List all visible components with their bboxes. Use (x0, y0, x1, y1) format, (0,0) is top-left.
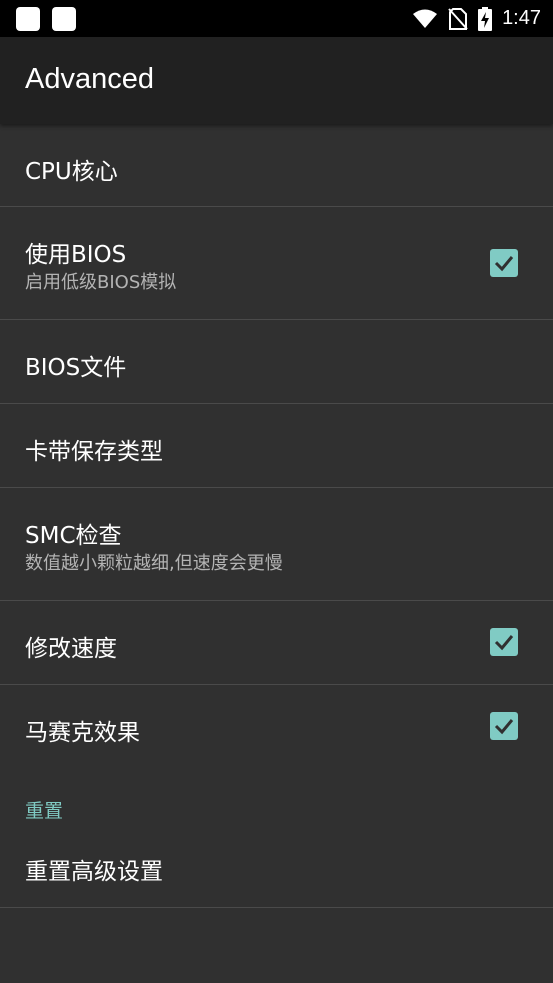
pref-title: 卡带保存类型 (25, 439, 163, 465)
pref-modify-speed[interactable]: 修改速度 (0, 601, 553, 685)
category-reset: 重置 (25, 800, 64, 822)
check-icon (494, 635, 514, 651)
pref-title: 马赛克效果 (25, 720, 140, 746)
notification-icon (52, 7, 76, 31)
pref-cpu-cores[interactable]: CPU核心 (0, 124, 553, 207)
check-icon (494, 719, 514, 735)
pref-bios-file[interactable]: BIOS文件 (0, 320, 553, 404)
pref-summary: 数值越小颗粒越细,但速度会更慢 (25, 553, 283, 574)
mosaic-effect-checkbox[interactable] (490, 712, 518, 740)
pref-title: BIOS文件 (25, 355, 127, 381)
pref-title: CPU核心 (25, 159, 118, 185)
pref-use-bios[interactable]: 使用BIOS 启用低级BIOS模拟 (0, 207, 553, 320)
notification-icon (16, 7, 40, 31)
battery-charging-icon (478, 6, 493, 31)
check-icon (494, 256, 514, 272)
clock: 1:47 (502, 7, 541, 29)
pref-summary: 启用低级BIOS模拟 (25, 272, 177, 293)
pref-mosaic-effect[interactable]: 马赛克效果 (0, 685, 553, 768)
pref-cartridge-save-type[interactable]: 卡带保存类型 (0, 404, 553, 488)
pref-title: 修改速度 (25, 636, 117, 662)
pref-smc-check[interactable]: SMC检查 数值越小颗粒越细,但速度会更慢 (0, 488, 553, 601)
pref-reset-advanced[interactable]: 重置高级设置 (0, 825, 553, 908)
no-sim-icon (448, 7, 468, 30)
use-bios-checkbox[interactable] (490, 249, 518, 277)
modify-speed-checkbox[interactable] (490, 628, 518, 656)
app-bar: Advanced (0, 37, 553, 124)
status-bar: 1:47 (0, 0, 553, 37)
wifi-icon (413, 9, 438, 28)
pref-title: 重置高级设置 (25, 859, 163, 885)
page-title: Advanced (25, 63, 154, 95)
pref-title: SMC检查 (25, 523, 122, 549)
status-icons: 1:47 (412, 0, 541, 37)
pref-title: 使用BIOS (25, 242, 127, 268)
